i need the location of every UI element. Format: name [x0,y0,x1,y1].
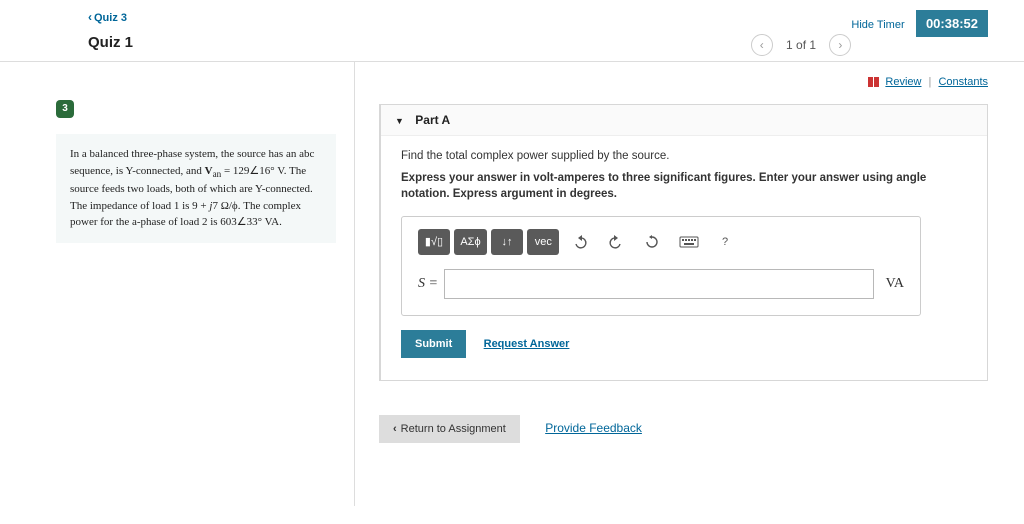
return-to-assignment-button[interactable]: ‹ Return to Assignment [379,415,520,443]
toolbar-help-button[interactable]: ? [709,229,741,255]
answer-unit: VA [886,276,904,292]
request-answer-link[interactable]: Request Answer [484,338,570,350]
return-label: Return to Assignment [401,423,506,435]
answer-input[interactable] [444,269,874,299]
collapse-triangle-icon: ▼ [395,116,404,126]
toolbar-scripts-button[interactable]: ↓↑ [491,229,523,255]
question-badge: 3 [56,100,74,118]
toolbar-vec-button[interactable]: vec [527,229,559,255]
prev-button[interactable]: ‹ [751,34,773,56]
toolbar-symbols-button[interactable]: ΑΣϕ [454,229,486,255]
part-header[interactable]: ▼ Part A [381,105,987,136]
separator: | [929,76,932,88]
back-label: Quiz 3 [94,12,127,24]
page-title: Quiz 1 [88,34,133,51]
hide-timer-link[interactable]: Hide Timer [851,19,904,31]
chevron-left-icon: ‹ [393,423,397,435]
chevron-left-icon: ‹ [88,10,92,24]
instruction-primary: Find the total complex power supplied by… [401,150,967,162]
answer-label: S = [418,276,438,292]
provide-feedback-link[interactable]: Provide Feedback [545,421,642,435]
toolbar-undo-button[interactable] [564,229,596,255]
review-link[interactable]: Review [885,76,921,88]
toolbar-reset-button[interactable] [636,229,668,255]
page-counter: 1 of 1 [786,38,816,52]
part-heading-label: Part A [415,113,450,127]
review-flag-icon [867,77,879,87]
keyboard-icon [679,235,699,249]
pager: ‹ 1 of 1 › [751,34,852,56]
constants-link[interactable]: Constants [938,76,988,88]
toolbar-keyboard-button[interactable] [673,229,705,255]
toolbar-templates-button[interactable]: ▮√▯ [418,229,450,255]
instruction-secondary: Express your answer in volt-amperes to t… [401,170,967,202]
back-to-quiz-link[interactable]: ‹Quiz 3 [88,12,127,24]
answer-box: ▮√▯ ΑΣϕ ↓↑ vec [401,216,921,316]
redo-icon [608,235,624,249]
next-button[interactable]: › [829,34,851,56]
problem-statement: In a balanced three-phase system, the so… [56,134,336,243]
timer-display: 00:38:52 [916,10,988,37]
undo-icon [572,235,588,249]
submit-button[interactable]: Submit [401,330,466,358]
toolbar-redo-button[interactable] [600,229,632,255]
reset-icon [644,235,660,249]
